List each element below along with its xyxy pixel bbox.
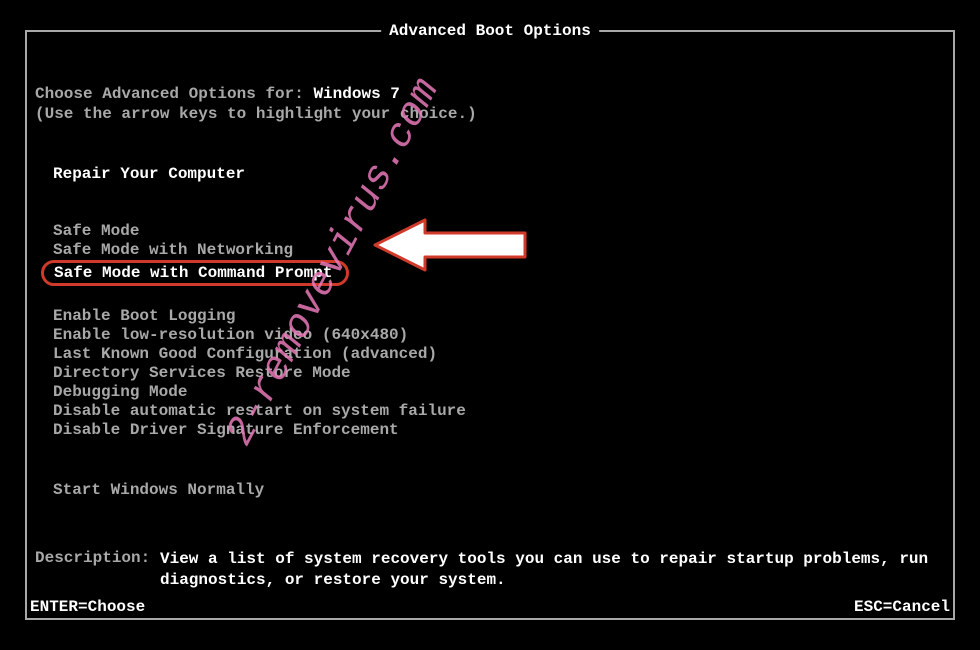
arrow-keys-hint: (Use the arrow keys to highlight your ch… (35, 105, 945, 123)
annotation-arrow-icon (365, 210, 535, 280)
menu-disable-auto-restart[interactable]: Disable automatic restart on system fail… (53, 402, 945, 420)
description-label: Description: (35, 549, 160, 591)
menu-last-known-good-config[interactable]: Last Known Good Configuration (advanced) (53, 345, 945, 363)
annotation-circle: Safe Mode with Command Prompt (41, 260, 349, 286)
menu-directory-services-restore[interactable]: Directory Services Restore Mode (53, 364, 945, 382)
description-row: Description: View a list of system recov… (35, 549, 945, 591)
menu-start-windows-normally[interactable]: Start Windows Normally (53, 481, 945, 499)
os-name: Windows 7 (313, 85, 399, 103)
footer-esc-hint: ESC=Cancel (854, 598, 950, 616)
content-area: Choose Advanced Options for: Windows 7 (… (35, 55, 945, 595)
menu-safe-mode-command-prompt[interactable]: Safe Mode with Command Prompt (54, 264, 332, 282)
window-title: Advanced Boot Options (381, 22, 599, 40)
choose-prompt: Choose Advanced Options for: Windows 7 (35, 85, 945, 103)
menu-enable-low-res-video[interactable]: Enable low-resolution video (640x480) (53, 326, 945, 344)
menu-disable-driver-sig[interactable]: Disable Driver Signature Enforcement (53, 421, 945, 439)
menu-debugging-mode[interactable]: Debugging Mode (53, 383, 945, 401)
footer-enter-hint: ENTER=Choose (30, 598, 145, 616)
description-text: View a list of system recovery tools you… (160, 549, 945, 591)
footer-bar: ENTER=Choose ESC=Cancel (30, 598, 950, 616)
menu-repair-your-computer[interactable]: Repair Your Computer (53, 165, 945, 183)
menu-enable-boot-logging[interactable]: Enable Boot Logging (53, 307, 945, 325)
choose-label: Choose Advanced Options for: (35, 85, 313, 103)
